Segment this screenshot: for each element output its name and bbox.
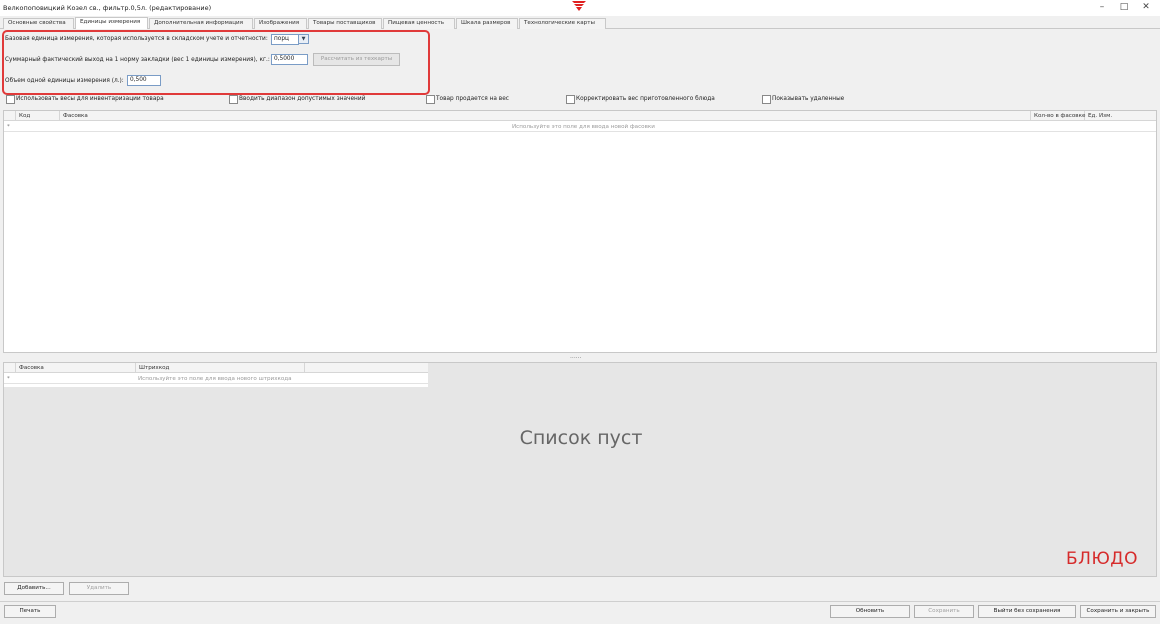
- tab-size-scale[interactable]: Шкала размеров: [456, 18, 518, 29]
- close-button[interactable]: ✕: [1138, 2, 1154, 13]
- empty-list-message: Список пуст: [519, 427, 643, 449]
- print-button[interactable]: Печать: [4, 605, 56, 618]
- new-barcode-row[interactable]: * Используйте это поле для ввода нового …: [4, 374, 428, 384]
- checkbox-adjust-weight[interactable]: Корректировать вес приготовленного блюда: [566, 95, 715, 104]
- tab-bar: Основные свойства Единицы измерения Допо…: [0, 16, 1160, 30]
- tab-supplier-products[interactable]: Товары поставщиков: [308, 18, 382, 29]
- column-header-barcode[interactable]: Штрихкод: [136, 363, 305, 373]
- window-title: Велкопоповицкий Козел св., фильтр.0,5л. …: [3, 4, 212, 12]
- packages-grid[interactable]: Код Фасовка Кол-во в фасовке Ед. Изм. * …: [3, 110, 1157, 353]
- column-header-package[interactable]: Фасовка: [16, 363, 136, 373]
- minimize-button[interactable]: –: [1094, 2, 1110, 13]
- tab-images[interactable]: Изображения: [254, 18, 307, 29]
- column-header-unit[interactable]: Ед. Изм.: [1085, 111, 1158, 121]
- checkbox-value-range[interactable]: Вводить диапазон допустимых значений: [229, 95, 365, 104]
- delete-button[interactable]: Удалить: [69, 582, 129, 595]
- add-button[interactable]: Добавить...: [4, 582, 64, 595]
- new-row-marker: *: [7, 376, 10, 382]
- checkbox-show-deleted[interactable]: Показывать удаленные: [762, 95, 844, 104]
- splitter-handle[interactable]: ......: [570, 353, 581, 360]
- barcode-grid[interactable]: Фасовка Штрихкод * Используйте это поле …: [3, 362, 1157, 577]
- app-logo-icon: [572, 1, 586, 11]
- barcode-grid-header: Фасовка Штрихкод: [4, 363, 428, 373]
- tab-basic-properties[interactable]: Основные свойства: [3, 18, 74, 29]
- column-header-package[interactable]: Фасовка: [60, 111, 1031, 121]
- refresh-button[interactable]: Обновить: [830, 605, 910, 618]
- exit-without-save-button[interactable]: Выйти без сохранения: [978, 605, 1076, 618]
- row-indicator-header: [4, 363, 16, 373]
- row-indicator-header: [4, 111, 16, 121]
- save-button[interactable]: Сохранить: [914, 605, 974, 618]
- tab-additional-info[interactable]: Дополнительная информация: [149, 18, 253, 29]
- footer-divider: [0, 601, 1160, 602]
- checkbox-use-scales[interactable]: Использовать весы для инвентаризации тов…: [6, 95, 164, 104]
- tab-nutrition[interactable]: Пищевая ценность: [383, 18, 455, 29]
- column-header-quantity[interactable]: Кол-во в фасовке: [1031, 111, 1085, 121]
- new-row-marker: *: [7, 124, 10, 130]
- packages-grid-header: Код Фасовка Кол-во в фасовке Ед. Изм.: [4, 111, 1156, 121]
- new-package-row[interactable]: * Используйте это поле для ввода новой ф…: [4, 122, 1156, 132]
- new-barcode-hint: Используйте это поле для ввода нового шт…: [138, 376, 292, 382]
- highlight-annotation: [2, 30, 430, 95]
- brand-watermark: БЛЮДО: [1066, 549, 1138, 569]
- column-header-code[interactable]: Код: [16, 111, 60, 121]
- title-bar: Велкопоповицкий Козел св., фильтр.0,5л. …: [0, 0, 1160, 16]
- checkbox-sold-by-weight[interactable]: Товар продается на вес: [426, 95, 509, 104]
- maximize-button[interactable]: □: [1116, 2, 1132, 13]
- barcode-table: Фасовка Штрихкод * Используйте это поле …: [4, 363, 428, 387]
- save-and-close-button[interactable]: Сохранить и закрыть: [1080, 605, 1156, 618]
- new-package-hint: Используйте это поле для ввода новой фас…: [512, 124, 655, 130]
- tab-tech-cards[interactable]: Технологические карты: [519, 18, 606, 29]
